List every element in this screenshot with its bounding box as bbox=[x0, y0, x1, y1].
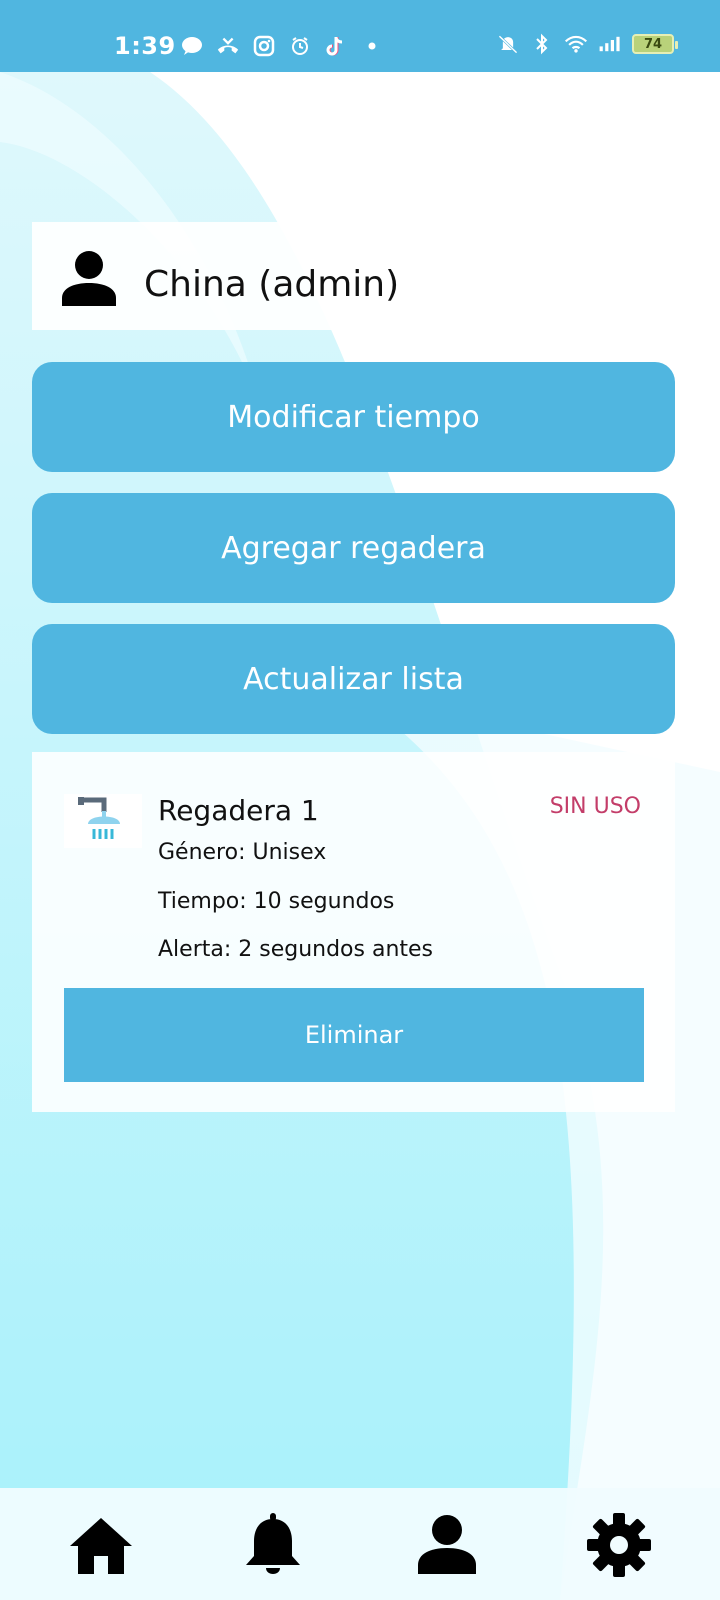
dot-icon bbox=[360, 34, 384, 58]
settings-icon[interactable] bbox=[584, 1510, 654, 1580]
shower-card: Regadera 1 SIN USO Género: Unisex Tiempo… bbox=[32, 752, 675, 1112]
refresh-list-button[interactable]: Actualizar lista bbox=[32, 624, 675, 734]
tiktok-icon bbox=[324, 34, 348, 58]
modify-time-button[interactable]: Modificar tiempo bbox=[32, 362, 675, 472]
add-shower-button[interactable]: Agregar regadera bbox=[32, 493, 675, 603]
user-icon bbox=[60, 250, 118, 306]
shower-gender: Género: Unisex bbox=[158, 840, 327, 865]
shower-name: Regadera 1 bbox=[158, 794, 319, 827]
bottom-nav bbox=[0, 1488, 720, 1600]
shower-icon bbox=[64, 794, 142, 848]
shower-time: Tiempo: 10 segundos bbox=[158, 889, 395, 914]
shower-alert: Alerta: 2 segundos antes bbox=[158, 937, 434, 962]
wifi-icon bbox=[564, 32, 588, 56]
status-time: 1:39 bbox=[114, 32, 176, 60]
status-bar: 1:39 74 bbox=[0, 0, 720, 72]
bell-icon[interactable] bbox=[238, 1510, 308, 1580]
delete-button[interactable]: Eliminar bbox=[64, 988, 644, 1082]
message-icon bbox=[180, 34, 204, 58]
system-icons: 74 bbox=[496, 32, 678, 56]
battery-icon: 74 bbox=[632, 34, 678, 54]
missed-call-icon bbox=[216, 34, 240, 58]
signal-icon bbox=[598, 32, 622, 56]
user-name: China (admin) bbox=[144, 264, 400, 305]
notification-icons bbox=[180, 34, 384, 58]
home-icon[interactable] bbox=[66, 1510, 136, 1580]
status-badge: SIN USO bbox=[549, 794, 641, 819]
battery-level: 74 bbox=[643, 36, 663, 52]
mute-icon bbox=[496, 32, 520, 56]
user-header: China (admin) bbox=[32, 222, 675, 330]
instagram-icon bbox=[252, 34, 276, 58]
bluetooth-icon bbox=[530, 32, 554, 56]
profile-icon[interactable] bbox=[412, 1510, 482, 1580]
alarm-icon bbox=[288, 34, 312, 58]
